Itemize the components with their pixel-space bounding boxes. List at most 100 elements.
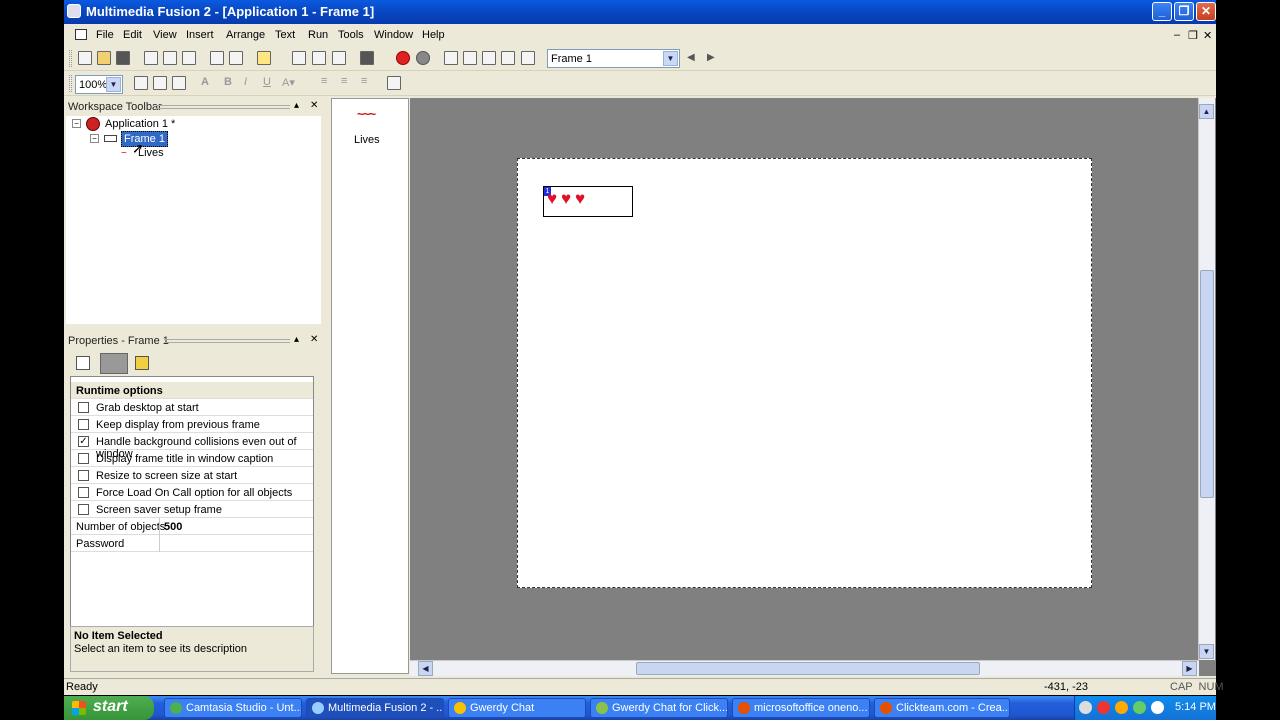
scroll-up-button[interactable]: ▲ <box>1199 104 1214 119</box>
align-center-icon[interactable]: ≡ <box>341 75 347 87</box>
zoom-select[interactable]: 100% ▼ <box>75 75 123 94</box>
checkbox[interactable] <box>78 453 89 464</box>
grid-icon[interactable] <box>482 51 496 65</box>
chevron-down-icon[interactable]: ▼ <box>106 77 121 92</box>
task-gwerdy-chat-click[interactable]: Gwerdy Chat for Click... <box>590 698 728 718</box>
title-bar[interactable]: Multimedia Fusion 2 - [Application 1 - F… <box>64 0 1216 24</box>
option-row[interactable]: Keep display from previous frame <box>71 416 313 433</box>
checkbox[interactable] <box>78 419 89 430</box>
horizontal-scroll-thumb[interactable] <box>636 662 980 675</box>
event-editor-icon[interactable] <box>332 51 346 65</box>
tree-application[interactable]: Application 1 * <box>105 118 175 130</box>
vertical-scroll-thumb[interactable] <box>1200 270 1214 498</box>
underline-icon[interactable]: U <box>263 76 271 88</box>
new-icon[interactable] <box>78 51 92 65</box>
scroll-right-button[interactable]: ▶ <box>1182 661 1197 676</box>
runtime-tab-icon[interactable] <box>100 353 128 374</box>
previous-frame-icon[interactable]: ◀ <box>687 52 695 63</box>
scroll-down-button[interactable]: ▼ <box>1199 644 1214 659</box>
save-icon[interactable] <box>116 51 130 65</box>
menu-insert[interactable]: Insert <box>186 29 214 41</box>
cut-icon[interactable] <box>144 51 158 65</box>
clock[interactable]: 5:14 PM <box>1175 701 1216 713</box>
storyboard-icon[interactable] <box>292 51 306 65</box>
menu-tools[interactable]: Tools <box>338 29 364 41</box>
menu-file[interactable]: File <box>96 29 114 41</box>
minimize-button[interactable]: _ <box>1152 2 1172 21</box>
bold-icon[interactable]: B <box>224 76 232 88</box>
font-icon[interactable]: A <box>201 76 209 88</box>
option-row[interactable]: Screen saver setup frame <box>71 501 313 518</box>
tray-app-icon[interactable] <box>1115 701 1128 714</box>
checkbox[interactable]: ✓ <box>78 436 89 447</box>
tray-arrow-icon[interactable] <box>1079 701 1092 714</box>
option-row[interactable]: Resize to screen size at start <box>71 467 313 484</box>
mdi-restore-button[interactable]: ❐ <box>1188 29 1198 42</box>
option-row[interactable]: Grab desktop at start <box>71 399 313 416</box>
stop-icon[interactable] <box>360 51 374 65</box>
menu-view[interactable]: View <box>153 29 177 41</box>
tree-frame[interactable]: Frame 1 <box>121 131 168 147</box>
checkbox[interactable] <box>78 470 89 481</box>
mdi-minimize-button[interactable]: – <box>1174 29 1180 41</box>
expand-toggle-icon[interactable]: − <box>72 119 81 128</box>
close-icon[interactable]: ✕ <box>310 334 318 345</box>
mdi-close-button[interactable]: ✕ <box>1203 29 1212 42</box>
frame-editor-icon[interactable] <box>312 51 326 65</box>
undo-icon[interactable] <box>210 51 224 65</box>
close-icon[interactable]: ✕ <box>310 100 318 111</box>
start-button[interactable]: start <box>64 696 154 720</box>
grid-toggle-icon[interactable] <box>134 76 148 90</box>
run-frame-icon[interactable] <box>416 51 430 65</box>
frame-select[interactable]: Frame 1 ▼ <box>547 49 680 68</box>
menu-edit[interactable]: Edit <box>123 29 142 41</box>
expand-toggle-icon[interactable]: − <box>90 134 99 143</box>
number-of-objects-value[interactable]: 500 <box>164 521 182 533</box>
copy-icon[interactable] <box>163 51 177 65</box>
password-row[interactable]: Password <box>71 535 313 552</box>
menu-text[interactable]: Text <box>275 29 295 41</box>
number-of-objects-row[interactable]: Number of objects 500 <box>71 518 313 535</box>
checkbox[interactable] <box>78 487 89 498</box>
collapse-icon[interactable]: ▴ <box>294 100 299 111</box>
italic-icon[interactable]: I <box>244 76 247 88</box>
pointer-icon[interactable] <box>521 51 535 65</box>
snap-icon[interactable] <box>153 76 167 90</box>
task-onenote[interactable]: microsoftoffice oneno... <box>732 698 870 718</box>
next-frame-icon[interactable]: ▶ <box>707 52 715 63</box>
chevron-down-icon[interactable]: ▼ <box>663 51 678 66</box>
crop-icon[interactable] <box>387 76 401 90</box>
table-icon[interactable] <box>501 51 515 65</box>
option-row[interactable]: Force Load On Call option for all object… <box>71 484 313 501</box>
menu-window[interactable]: Window <box>374 29 413 41</box>
task-gwerdy-chat[interactable]: Gwerdy Chat <box>448 698 586 718</box>
layers-icon[interactable] <box>172 76 186 90</box>
horizontal-scrollbar[interactable]: ◀ ▶ <box>410 660 1199 676</box>
menu-run[interactable]: Run <box>308 29 328 41</box>
task-clickteam[interactable]: Clickteam.com - Crea... <box>874 698 1010 718</box>
about-tab-icon[interactable] <box>135 356 149 370</box>
tray-app-icon[interactable] <box>1097 701 1110 714</box>
close-button[interactable]: ✕ <box>1196 2 1216 21</box>
redo-icon[interactable] <box>229 51 243 65</box>
settings-tab-icon[interactable] <box>76 356 90 370</box>
lives-object-icon[interactable]: ~~~ <box>357 107 376 121</box>
checkbox[interactable] <box>78 504 89 515</box>
list-icon[interactable] <box>444 51 458 65</box>
checkbox[interactable] <box>78 402 89 413</box>
vertical-scrollbar[interactable]: ▲ ▼ <box>1198 98 1215 660</box>
text-color-icon[interactable]: A▾ <box>282 76 295 89</box>
menu-help[interactable]: Help <box>422 29 445 41</box>
open-icon[interactable] <box>97 51 111 65</box>
option-row[interactable]: Display frame title in window caption <box>71 450 313 467</box>
run-application-icon[interactable] <box>396 51 410 65</box>
lives-object[interactable]: 1 ♥ ♥ ♥ <box>543 186 633 217</box>
frame-canvas[interactable]: 1 ♥ ♥ ♥ <box>517 158 1092 588</box>
align-left-icon[interactable]: ≡ <box>321 75 327 87</box>
scroll-left-button[interactable]: ◀ <box>418 661 433 676</box>
document-icon[interactable] <box>75 29 87 40</box>
align-right-icon[interactable]: ≡ <box>361 75 367 87</box>
paste-icon[interactable] <box>182 51 196 65</box>
object-label-lives[interactable]: Lives <box>354 134 380 146</box>
menu-arrange[interactable]: Arrange <box>226 29 265 41</box>
